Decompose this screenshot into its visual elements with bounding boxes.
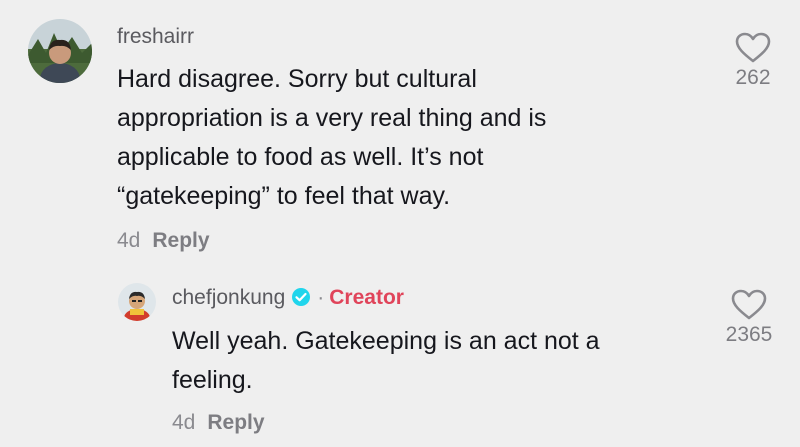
chef-cartoon-avatar-icon [118, 283, 156, 321]
heart-outline-icon [735, 32, 771, 63]
heart-outline-icon [731, 289, 767, 320]
comment-age: 4d [117, 229, 141, 252]
comment-meta: 4d Reply [117, 229, 210, 253]
comment-text-line: applicable to food as well. It’s not [117, 143, 484, 171]
creator-badge: Creator [329, 286, 404, 309]
reply-button[interactable]: Reply [152, 229, 209, 252]
comment-text-line: Hard disagree. Sorry but cultural [117, 65, 477, 93]
like-button[interactable]: 262 [713, 32, 793, 90]
reply-meta: 4d Reply [172, 411, 265, 435]
reply-age: 4d [172, 411, 196, 434]
reply-text-line: Well yeah. Gatekeeping is an act not a [172, 327, 600, 355]
comment-text-line: appropriation is a very real thing and i… [117, 104, 547, 132]
verified-check-icon [292, 288, 311, 306]
reply-text: Well yeah. Gatekeeping is an act not a f… [172, 322, 600, 400]
reply-text-line: feeling. [172, 366, 253, 394]
reply-username-row: chefjonkung · Creator [172, 286, 404, 310]
comment-text: Hard disagree. Sorry but cultural approp… [117, 60, 546, 216]
like-button[interactable]: 2365 [709, 289, 789, 347]
comment-text-line: “gatekeeping” to feel that way. [117, 182, 451, 210]
like-count: 262 [735, 66, 771, 89]
comment-username[interactable]: freshairr [117, 25, 194, 49]
like-count: 2365 [725, 323, 773, 346]
separator-dot: · [317, 286, 325, 309]
reply-button[interactable]: Reply [207, 411, 264, 434]
user-photo-avatar-icon [28, 19, 92, 83]
replier-avatar[interactable] [118, 283, 156, 321]
reply-username[interactable]: chefjonkung [172, 286, 285, 309]
commenter-avatar[interactable] [28, 19, 92, 83]
